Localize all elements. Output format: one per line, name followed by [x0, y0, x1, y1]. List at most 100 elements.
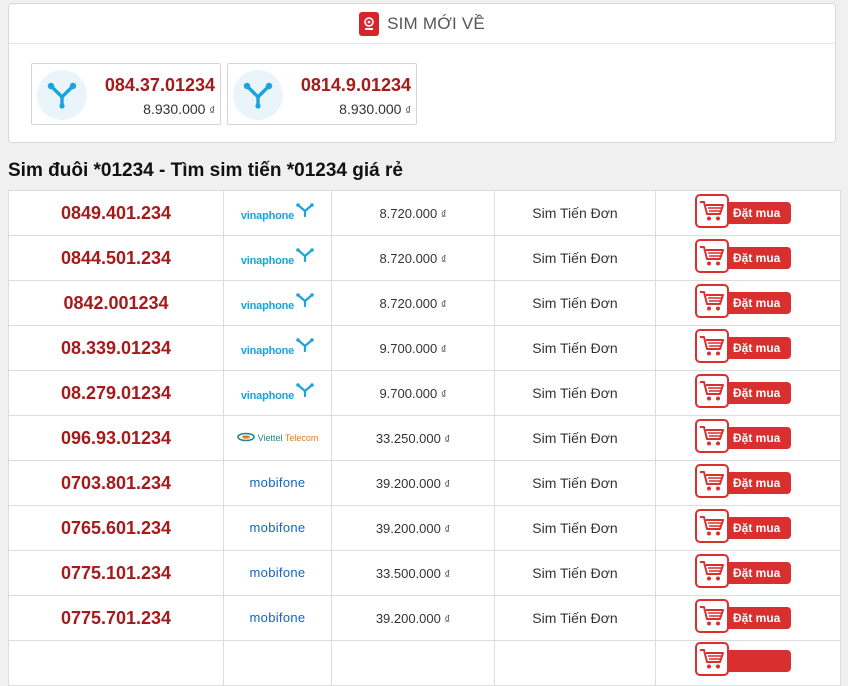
price-cell: 39.200.000 ₫	[331, 595, 495, 641]
vinaphone-logo: vinaphone	[241, 337, 314, 357]
sim-type-cell: Sim Tiến Đơn	[494, 595, 656, 641]
buy-cell: Đặt mua	[655, 280, 841, 326]
sim-type-cell: Sim Tiến Đơn	[494, 505, 656, 551]
buy-button[interactable]: Đặt mua	[695, 554, 791, 588]
sim-type-cell: Sim Tiến Đơn	[494, 190, 656, 236]
vinaphone-logo-icon	[233, 70, 283, 120]
price-cell: 8.720.000 ₫	[331, 190, 495, 236]
sim-number[interactable]: 096.93.01234	[8, 415, 224, 461]
sim-number[interactable]: 0703.801.234	[8, 460, 224, 506]
vinaphone-icon	[296, 292, 314, 312]
new-sims-cards: 084.37.01234 8.930.000 ₫ 0814.9.01234 8.930…	[31, 63, 417, 125]
shopping-cart-icon	[695, 374, 729, 408]
shopping-cart-icon	[695, 599, 729, 633]
sim-type-cell: Sim Tiến Đơn	[494, 460, 656, 506]
buy-cell: Đặt mua	[655, 550, 841, 596]
sim-table: 0849.401.234 vinaphone 8.720.000 ₫ Sim Tiến…	[8, 190, 841, 686]
buy-button[interactable]: Đặt mua	[695, 239, 791, 273]
shopping-cart-icon	[695, 194, 729, 228]
vinaphone-icon	[296, 202, 314, 222]
table-row: 0703.801.234 mobifone 39.200.000 ₫ Sim Tiến…	[8, 460, 841, 506]
vinaphone-logo: vinaphone	[241, 247, 314, 267]
price-cell: 9.700.000 ₫	[331, 325, 495, 371]
price-cell: 39.200.000 ₫	[331, 505, 495, 551]
new-sim-card[interactable]: 0814.9.01234 8.930.000 ₫	[227, 63, 417, 125]
sim-type-cell: Sim Tiến Đơn	[494, 235, 656, 281]
sim-type-cell: Sim Tiến Đơn	[494, 415, 656, 461]
buy-cell: Đặt mua	[655, 325, 841, 371]
buy-cell: Đặt mua	[655, 415, 841, 461]
page-title: Sim đuôi *01234 - Tìm sim tiến *01234 gi…	[8, 160, 403, 181]
new-sims-header: SIM MỚI VỀ	[9, 4, 835, 44]
price-cell: 8.720.000 ₫	[331, 280, 495, 326]
buy-button[interactable]: Đặt mua	[695, 419, 791, 453]
table-row: 0849.401.234 vinaphone 8.720.000 ₫ Sim Tiến…	[8, 190, 841, 236]
buy-cell: Đặt mua	[655, 460, 841, 506]
sim-number[interactable]: 0814.9.01234	[301, 75, 411, 96]
sim-type-cell: Sim Tiến Đơn	[494, 370, 656, 416]
sim-number[interactable]: 0775.101.234	[8, 550, 224, 596]
sim-number[interactable]: 0844.501.234	[8, 235, 224, 281]
vinaphone-icon	[296, 382, 314, 402]
network-cell: vinaphone	[223, 325, 332, 371]
network-cell: mobifone	[223, 550, 332, 596]
vinaphone-logo: vinaphone	[241, 292, 314, 312]
shopping-cart-icon	[695, 509, 729, 543]
vinaphone-icon	[296, 247, 314, 267]
buy-button[interactable]: Đặt mua	[695, 509, 791, 543]
sim-card-icon	[359, 11, 380, 36]
buy-cell: Đặt mua	[655, 505, 841, 551]
sim-price: 8.930.000 ₫	[339, 101, 411, 117]
sim-number[interactable]: 0842.001234	[8, 280, 224, 326]
new-sims-panel: SIM MỚI VỀ 084.37.01234 8.930.000 ₫ 0814.9…	[8, 3, 836, 143]
shopping-cart-icon	[695, 329, 729, 363]
buy-button[interactable]: Đặt mua	[695, 464, 791, 498]
buy-cell: Đặt mua	[655, 370, 841, 416]
shopping-cart-icon	[695, 419, 729, 453]
network-cell: Viettel Telecom	[223, 415, 332, 461]
price-cell: 33.250.000 ₫	[331, 415, 495, 461]
price-cell: 8.720.000 ₫	[331, 235, 495, 281]
table-row: 0775.701.234 mobifone 39.200.000 ₫ Sim Tiến…	[8, 595, 841, 641]
network-cell: vinaphone	[223, 190, 332, 236]
sim-number[interactable]: 0849.401.234	[8, 190, 224, 236]
sim-number[interactable]: 0775.701.234	[8, 595, 224, 641]
sim-type-cell: Sim Tiến Đơn	[494, 550, 656, 596]
mobifone-logo: mobifone	[249, 475, 306, 490]
table-row: 0775.101.234 mobifone 33.500.000 ₫ Sim Tiến…	[8, 550, 841, 596]
buy-button[interactable]: Đặt mua	[695, 194, 791, 228]
network-cell: mobifone	[223, 505, 332, 551]
buy-button[interactable]: Đặt mua	[695, 374, 791, 408]
sim-price: 8.930.000 ₫	[143, 101, 215, 117]
network-cell: vinaphone	[223, 280, 332, 326]
table-row	[8, 640, 841, 686]
new-sim-card[interactable]: 084.37.01234 8.930.000 ₫	[31, 63, 221, 125]
vinaphone-logo: vinaphone	[241, 202, 314, 222]
buy-cell: Đặt mua	[655, 190, 841, 236]
shopping-cart-icon	[695, 284, 729, 318]
table-row: 08.279.01234 vinaphone 9.700.000 ₫ Sim Tiến…	[8, 370, 841, 416]
price-cell: 33.500.000 ₫	[331, 550, 495, 596]
network-cell: vinaphone	[223, 370, 332, 416]
vinaphone-logo: vinaphone	[241, 382, 314, 402]
mobifone-logo: mobifone	[249, 520, 306, 535]
buy-button[interactable]: Đặt mua	[695, 284, 791, 318]
buy-button[interactable]: Đặt mua	[695, 329, 791, 363]
mobifone-logo: mobifone	[249, 565, 306, 580]
new-sims-title: SIM MỚI VỀ	[387, 13, 485, 33]
buy-cell: Đặt mua	[655, 235, 841, 281]
network-cell: mobifone	[223, 460, 332, 506]
shopping-cart-icon	[695, 239, 729, 273]
network-cell: mobifone	[223, 595, 332, 641]
price-cell: 39.200.000 ₫	[331, 460, 495, 506]
sim-number[interactable]: 08.339.01234	[8, 325, 224, 371]
buy-button[interactable]: Đặt mua	[695, 599, 791, 633]
sim-number[interactable]: 084.37.01234	[105, 75, 215, 96]
sim-number[interactable]: 08.279.01234	[8, 370, 224, 416]
table-row: 0842.001234 vinaphone 8.720.000 ₫ Sim Tiến …	[8, 280, 841, 326]
shopping-cart-icon	[695, 641, 729, 676]
price-cell: 9.700.000 ₫	[331, 370, 495, 416]
sim-number[interactable]: 0765.601.234	[8, 505, 224, 551]
vinaphone-icon	[296, 337, 314, 357]
mobifone-logo: mobifone	[249, 610, 306, 625]
